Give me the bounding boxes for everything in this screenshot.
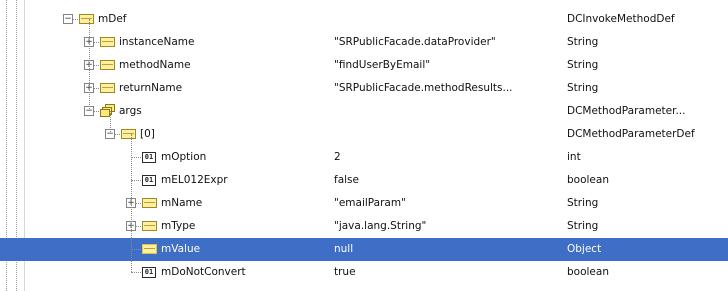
variable-name: [0] — [140, 128, 155, 140]
variable-type: Object — [567, 243, 602, 255]
tree-row[interactable]: − mDef DCInvokeMethodDef — [0, 8, 728, 31]
variable-type: int — [567, 151, 581, 163]
variable-name: mEL012Expr — [161, 174, 228, 186]
primitive-icon: 01 — [142, 267, 156, 278]
variable-type: boolean — [567, 174, 609, 186]
variable-type: DCMethodParameterDef — [567, 128, 695, 140]
tree-row[interactable]: + returnName "SRPublicFacade.methodResults… — [0, 77, 728, 100]
variable-name: mType — [161, 220, 196, 232]
variable-value: "SRPublicFacade.methodResults... — [334, 82, 513, 94]
variable-name: returnName — [119, 82, 183, 94]
variable-value: 2 — [334, 151, 341, 163]
tree-row[interactable]: + mName "emailParam" String — [0, 192, 728, 215]
variable-name: methodName — [119, 59, 191, 71]
variable-name: args — [119, 105, 142, 117]
variable-type: DCMethodParameter... — [567, 105, 686, 117]
variable-type: String — [567, 82, 599, 94]
tree-row[interactable]: + mType "java.lang.String" String — [0, 215, 728, 238]
variable-value: "SRPublicFacade.dataProvider" — [334, 36, 496, 48]
tree-guide-line — [89, 19, 90, 111]
object-icon — [142, 221, 157, 231]
variable-name: mOption — [161, 151, 207, 163]
object-icon — [121, 129, 136, 139]
tree-row[interactable]: mValue null Object — [0, 238, 728, 261]
variable-value — [334, 100, 564, 123]
variable-type: String — [567, 197, 599, 209]
tree-row[interactable]: + instanceName "SRPublicFacade.dataProvide… — [0, 31, 728, 54]
variable-name: mDoNotConvert — [161, 266, 246, 278]
variable-name: mDef — [98, 13, 127, 25]
primitive-icon: 01 — [142, 175, 156, 186]
variable-name: mValue — [161, 243, 201, 255]
array-icon — [100, 104, 116, 117]
variable-name: mName — [161, 197, 203, 209]
collapse-toggle-icon[interactable]: − — [63, 14, 73, 24]
variable-type: DCInvokeMethodDef — [567, 13, 675, 25]
object-icon — [79, 14, 94, 24]
primitive-icon: 01 — [142, 152, 156, 163]
object-icon — [142, 244, 157, 254]
variable-value: "emailParam" — [334, 197, 406, 209]
variable-type: String — [567, 36, 599, 48]
variable-value: null — [334, 243, 354, 255]
tree-guide-line — [131, 134, 132, 272]
object-icon — [142, 198, 157, 208]
variable-value — [334, 123, 564, 146]
variable-type: boolean — [567, 266, 609, 278]
variable-value — [334, 8, 564, 31]
object-icon — [100, 83, 115, 93]
tree-row[interactable]: + methodName "findUserByEmail" String — [0, 54, 728, 77]
debugger-variable-tree: − mDef DCInvokeMethodDef + instanceName "SRPu… — [0, 0, 728, 291]
variable-value: false — [334, 174, 359, 186]
object-icon — [100, 60, 115, 70]
variable-value: "findUserByEmail" — [334, 59, 431, 71]
tree-row[interactable]: 01 mDoNotConvert true boolean — [0, 261, 728, 284]
variable-name: instanceName — [119, 36, 195, 48]
variable-type: String — [567, 59, 599, 71]
variable-value: "java.lang.String" — [334, 220, 427, 232]
variable-type: String — [567, 220, 599, 232]
variable-value: true — [334, 266, 356, 278]
tree-guide-line — [110, 111, 111, 134]
object-icon — [100, 37, 115, 47]
tree-row[interactable]: 01 mOption 2 int — [0, 146, 728, 169]
tree-row[interactable]: 01 mEL012Expr false boolean — [0, 169, 728, 192]
